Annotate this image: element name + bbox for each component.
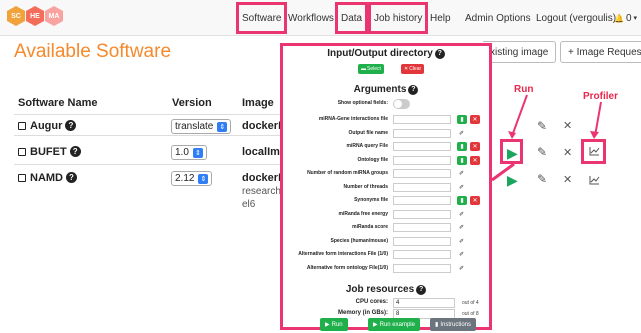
run-label: Run xyxy=(331,321,343,328)
argument-input[interactable] xyxy=(393,169,451,178)
profiler-callout-arrow xyxy=(594,101,602,137)
show-optional-toggle[interactable] xyxy=(393,99,410,109)
file-clear-button[interactable]: ✕ xyxy=(470,115,480,124)
argument-input[interactable] xyxy=(393,250,451,259)
memory-label: Memory (in GBs): xyxy=(337,310,388,316)
help-icon[interactable]: ? xyxy=(408,85,419,95)
modal-connector xyxy=(491,162,515,182)
help-icon[interactable]: ? xyxy=(416,285,427,295)
argument-input[interactable] xyxy=(393,263,451,273)
file-select-button[interactable]: ▮ xyxy=(457,115,467,124)
file-clear-button[interactable]: ✕ xyxy=(470,142,480,151)
argument-label: Alternative form ontology File(1/0) xyxy=(306,264,388,271)
argument-label: Species (human/mouse) xyxy=(330,237,388,244)
run-button[interactable]: ▶ Run xyxy=(320,318,348,331)
argument-label: Alternative form interactions File (1/0) xyxy=(298,251,388,257)
magic-wand-icon[interactable]: ✐ xyxy=(459,238,464,245)
run-example-button[interactable]: ▶ Run example xyxy=(368,318,420,331)
job-resources-title-text: Job resources xyxy=(345,284,415,295)
cpu-cores-label: CPU cores: xyxy=(355,299,388,305)
show-optional-label: Show optional fields: xyxy=(337,100,388,106)
argument-input[interactable] xyxy=(393,196,451,205)
file-clear-button[interactable]: ✕ xyxy=(470,196,480,205)
magic-wand-icon[interactable]: ✐ xyxy=(459,251,464,258)
play-icon: ▶ xyxy=(373,322,378,328)
argument-label: miRanda free energy xyxy=(338,210,388,217)
play-icon: ▶ xyxy=(325,322,330,328)
select-label: Select xyxy=(367,66,381,72)
argument-label: miRNA-Gene interactions file xyxy=(318,116,388,122)
magic-wand-icon[interactable]: ✐ xyxy=(459,184,464,191)
run-example-label: Run example xyxy=(379,321,415,328)
argument-input[interactable] xyxy=(393,128,451,138)
magic-wand-icon[interactable]: ✐ xyxy=(459,130,464,137)
arguments-title-text: Arguments xyxy=(353,84,407,95)
argument-label: miRanda score xyxy=(352,224,388,230)
io-directory-title-text: Input/Output directory xyxy=(327,48,433,59)
argument-label: miRNA query File xyxy=(346,143,389,149)
argument-label: Synonyms file xyxy=(354,197,388,203)
folder-icon: ▬ xyxy=(361,66,366,72)
help-icon[interactable]: ? xyxy=(434,49,445,59)
file-clear-button[interactable]: ✕ xyxy=(470,155,480,165)
clear-directory-button[interactable]: ✕ Clear xyxy=(401,64,425,74)
argument-input[interactable] xyxy=(393,142,451,151)
file-select-button[interactable]: ▮ xyxy=(457,142,467,151)
document-icon: ▮ xyxy=(435,322,439,328)
magic-wand-icon[interactable]: ✐ xyxy=(459,224,464,231)
instructions-button[interactable]: ▮ Instructions xyxy=(430,318,476,331)
file-select-button[interactable]: ▮ xyxy=(457,155,467,165)
instructions-label: Instructions xyxy=(440,321,471,328)
argument-input[interactable] xyxy=(393,223,451,232)
run-software-modal: Input/Output directory? ▬ Select ✕ Clear A… xyxy=(280,43,492,331)
argument-label: Number of random miRNA groups xyxy=(307,170,388,176)
io-directory-title: Input/Output directory? xyxy=(283,48,489,60)
run-arrow-head xyxy=(508,131,516,139)
job-resources-title: Job resources? xyxy=(283,284,489,296)
argument-input[interactable] xyxy=(393,182,451,192)
argument-label: Number of threads xyxy=(343,183,388,190)
profiler-arrow-head xyxy=(590,131,599,139)
memory-out-of: out of 8 xyxy=(462,311,479,317)
argument-input[interactable] xyxy=(393,155,451,165)
clear-label: Clear xyxy=(409,66,422,72)
argument-label: Output file name xyxy=(348,129,388,136)
argument-label: Ontology file xyxy=(357,156,388,163)
file-select-button[interactable]: ▮ xyxy=(457,196,467,205)
close-icon: ✕ xyxy=(404,66,409,72)
magic-wand-icon[interactable]: ✐ xyxy=(459,170,464,177)
argument-input[interactable] xyxy=(393,236,451,246)
magic-wand-icon[interactable]: ✐ xyxy=(459,265,464,272)
argument-input[interactable] xyxy=(393,209,451,219)
arguments-title: Arguments? xyxy=(283,84,489,96)
run-callout-arrow xyxy=(511,94,528,137)
argument-input[interactable] xyxy=(393,115,451,124)
cpu-out-of: out of 4 xyxy=(462,300,479,306)
magic-wand-icon[interactable]: ✐ xyxy=(459,211,464,218)
select-directory-button[interactable]: ▬ Select xyxy=(358,64,384,74)
cpu-cores-input[interactable]: 4 xyxy=(393,298,455,308)
